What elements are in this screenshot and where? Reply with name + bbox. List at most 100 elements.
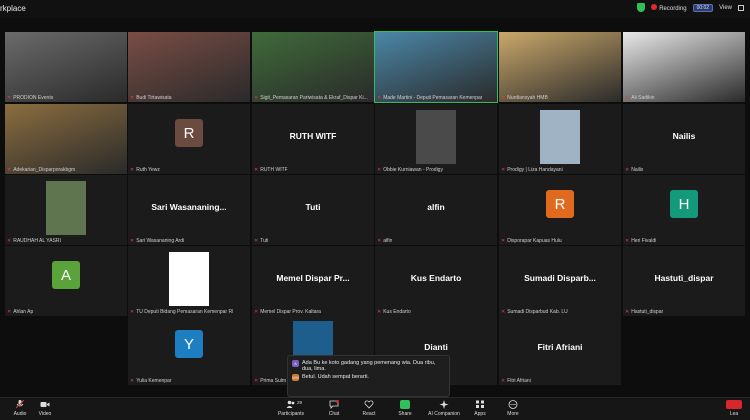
participant-tile[interactable]: ✕ TU Deputi Bidang Pemasaran Kemenpar RI xyxy=(128,246,250,316)
participant-name-text: RAUDHAH AL YASRI xyxy=(13,238,61,244)
microphone-icon xyxy=(15,400,25,409)
more-dots-icon xyxy=(508,400,518,409)
participant-name-label: ✕ Prima Sulm xyxy=(254,378,286,384)
participant-tile[interactable]: alfin ✕ alfin xyxy=(375,175,497,245)
participant-tile[interactable]: Memel Dispar Pr... ✕ Memel Dispar Prov. Ka… xyxy=(252,246,374,316)
muted-mic-icon: ✕ xyxy=(625,167,630,173)
share-button[interactable]: Share xyxy=(385,400,425,417)
more-button[interactable]: More xyxy=(493,400,533,417)
recording-indicator[interactable]: Recording xyxy=(651,3,687,12)
participant-name-label: ✕ RUTH WITF xyxy=(254,167,288,173)
participant-photo xyxy=(169,252,209,306)
apps-grid-icon xyxy=(476,400,484,408)
participant-tile[interactable]: Sari Wasananing... ✕ Sari Wasananing Ardi xyxy=(128,175,250,245)
participant-tile[interactable]: R ✕ Ruth Yewz xyxy=(128,104,250,174)
chat-message: MM Betul. Udah sempat berarti. xyxy=(292,374,445,381)
participant-tile[interactable]: A ✕ Ahlan Ap xyxy=(5,246,127,316)
participant-tile[interactable]: Kus Endarto ✕ Kus Endarto xyxy=(375,246,497,316)
participant-name-label: ✕ Ali Sadikin xyxy=(625,95,655,101)
muted-mic-icon: ✕ xyxy=(501,167,506,173)
participant-display-name: alfin xyxy=(427,202,445,212)
participant-name-label: ✕ RAUDHAH AL YASRI xyxy=(7,238,61,244)
participant-tile[interactable]: ✕ Prodigy | Liza Handayani xyxy=(499,104,621,174)
participant-tile xyxy=(623,315,745,385)
participant-video xyxy=(499,32,621,102)
muted-mic-icon: ✕ xyxy=(7,95,12,101)
participant-name-label: ✕ Ruth Yewz xyxy=(130,167,160,173)
participant-tile[interactable]: ✕ Made Martini - Deputi Pemasaran Kemenpa… xyxy=(374,31,498,103)
participant-name-label: ✕ Tuti xyxy=(254,238,268,244)
participant-video xyxy=(5,104,127,174)
participant-avatar: Y xyxy=(175,330,203,358)
participant-name-text: Prodigy | Liza Handayani xyxy=(507,167,563,173)
participant-name-text: Tuti xyxy=(260,238,269,244)
muted-mic-icon: ✕ xyxy=(501,95,506,101)
participant-tile[interactable]: ✕ Ali Sadikin xyxy=(623,32,745,102)
participant-tile[interactable]: ✕ PRODION Events xyxy=(5,32,127,102)
participant-tile[interactable]: ✕ Obbie Kurniawan - Prodigy xyxy=(375,104,497,174)
muted-mic-icon: ✕ xyxy=(254,378,259,384)
chat-message-text: Ada Bu ke koto gadang yang pemenang wia.… xyxy=(302,360,436,372)
participant-name-label: ✕ Fitri Afriani xyxy=(501,378,531,384)
participant-video xyxy=(623,32,745,102)
participant-tile[interactable]: Nailis ✕ Nailis xyxy=(623,104,745,174)
muted-mic-icon: ✕ xyxy=(501,378,506,384)
participant-name-text: alfin xyxy=(383,238,393,244)
muted-mic-icon: ✕ xyxy=(254,238,259,244)
participant-name-label: ✕ Prodigy | Liza Handayani xyxy=(501,167,563,173)
video-camera-icon xyxy=(40,402,50,407)
leave-icon xyxy=(726,400,742,409)
participant-tile[interactable]: Y ✕ Yulia Kemenpar xyxy=(128,315,250,385)
participant-tile[interactable]: Fitri Afriani ✕ Fitri Afriani xyxy=(499,315,621,385)
participant-avatar: A xyxy=(52,261,80,289)
participant-avatar: R xyxy=(175,119,203,147)
more-label: More xyxy=(507,411,519,417)
participant-name-text: Heri Fivaldi xyxy=(631,238,657,244)
participant-tile[interactable]: ✕ Sigit_Pemasaran Pariwisata & Ekraf_Disp… xyxy=(252,32,374,102)
participant-tile[interactable]: Tuti ✕ Tuti xyxy=(252,175,374,245)
record-dot-icon xyxy=(651,3,658,10)
video-button[interactable]: Video xyxy=(25,400,65,417)
chat-preview-popup[interactable]: A Ada Bu ke koto gadang yang pemenang wia… xyxy=(287,355,450,397)
security-shield-icon[interactable] xyxy=(637,3,646,12)
muted-mic-icon: ✕ xyxy=(130,238,135,244)
participant-name-label: ✕ Disporapar Kapuas Hulu xyxy=(501,238,562,244)
participant-tile[interactable]: R ✕ Disporapar Kapuas Hulu xyxy=(499,175,621,245)
view-button[interactable]: View xyxy=(719,5,732,11)
meeting-timer: 00:02 xyxy=(692,3,714,12)
participant-display-name: Hastuti_dispar xyxy=(654,273,714,283)
app-title: rkplace xyxy=(0,4,26,13)
chat-button[interactable]: Chat xyxy=(314,400,354,417)
fullscreen-icon[interactable] xyxy=(738,4,744,11)
muted-mic-icon: ✕ xyxy=(377,95,382,101)
participant-name-text: Sari Wasananing Ardi xyxy=(136,238,185,244)
muted-mic-icon: ✕ xyxy=(130,167,135,173)
participant-name-label: ✕ Sari Wasananing Ardi xyxy=(130,238,184,244)
react-button[interactable]: React xyxy=(349,400,389,417)
participant-name-label: ✕ alfin xyxy=(377,238,392,244)
participant-tile[interactable]: H ✕ Heri Fivaldi xyxy=(623,175,745,245)
participant-tile[interactable]: ✕ RAUDHAH AL YASRI xyxy=(5,175,127,245)
participant-name-text: Budi Tirtawisata xyxy=(136,95,172,101)
react-label: React xyxy=(362,411,376,417)
muted-mic-icon: ✕ xyxy=(130,378,135,384)
participant-display-name: Tuti xyxy=(305,202,321,212)
participant-photo xyxy=(540,110,580,164)
participants-button[interactable]: Participants 29 xyxy=(271,400,311,417)
participant-video xyxy=(252,32,374,102)
participant-video xyxy=(128,32,250,102)
ai-companion-label: AI Companion xyxy=(428,411,460,417)
muted-mic-icon: ✕ xyxy=(625,95,630,101)
leave-button[interactable]: Lea xyxy=(718,400,750,417)
participant-name-label: ✕ Nailis xyxy=(625,167,643,173)
participant-tile[interactable]: Hastuti_dispar ✕ Hastuti_dispar xyxy=(623,246,745,316)
participant-tile[interactable]: RUTH WITF ✕ RUTH WITF xyxy=(252,104,374,174)
participant-tile[interactable]: ✕ Nurdiansyah HMB xyxy=(499,32,621,102)
participant-tile[interactable]: ✕ Budi Tirtawisata xyxy=(128,32,250,102)
share-screen-icon xyxy=(400,400,410,409)
participant-tile[interactable]: Sumadi Disparb... ✕ Sumadi Disparbud Kab. … xyxy=(499,246,621,316)
chat-label: Chat xyxy=(328,411,340,417)
participant-avatar: R xyxy=(546,190,574,218)
participant-tile[interactable]: ✕ Adekarian_Disparporakbgm xyxy=(5,104,127,174)
ai-companion-button[interactable]: AI Companion xyxy=(424,400,464,417)
